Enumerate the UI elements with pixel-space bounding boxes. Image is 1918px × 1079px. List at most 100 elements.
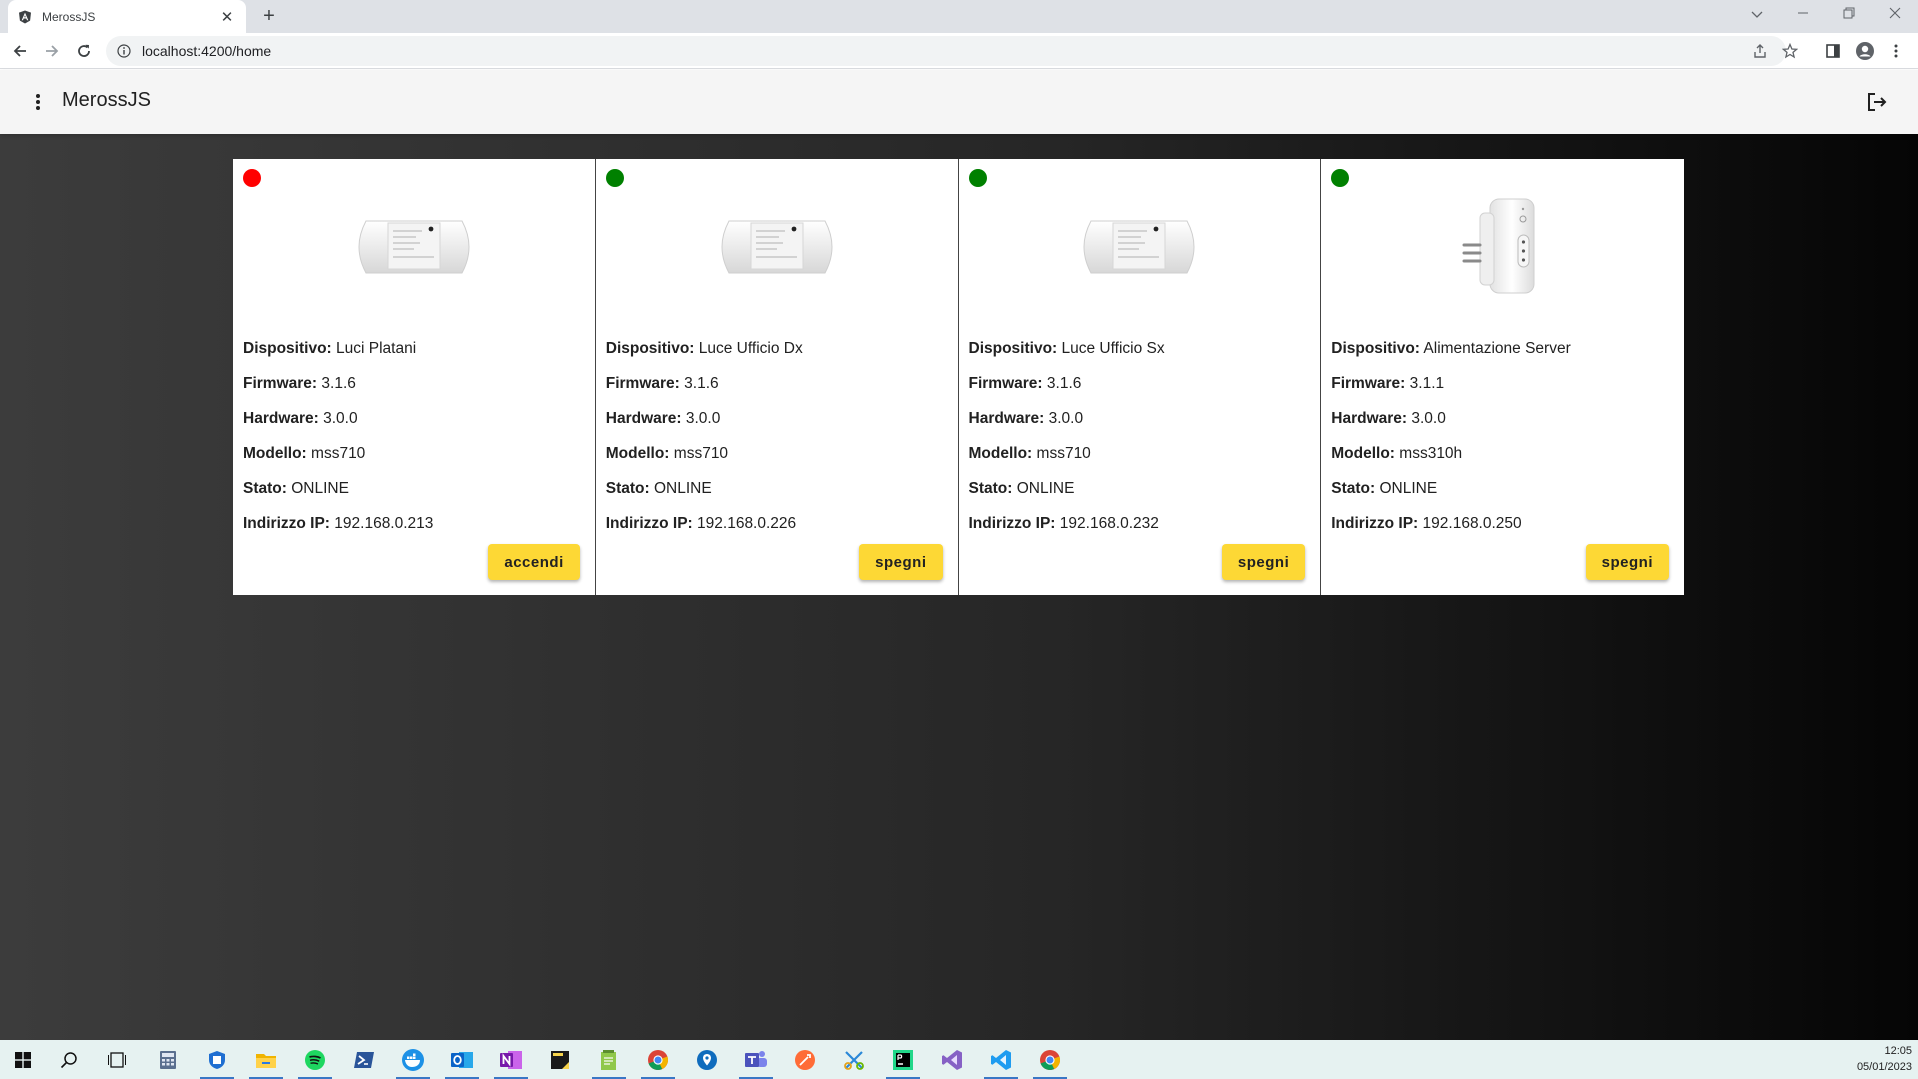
device-name-field: Dispositivo: Alimentazione Server xyxy=(1331,340,1671,375)
device-name: Luce Ufficio Dx xyxy=(698,340,803,357)
windows-start-icon[interactable] xyxy=(0,1040,46,1079)
device-card: Dispositivo: Luce Ufficio Dx Firmware: 3… xyxy=(595,159,959,595)
ip-value: 192.168.0.226 xyxy=(697,515,797,532)
device-name: Alimentazione Server xyxy=(1423,340,1571,357)
device-card: Dispositivo: Alimentazione Server Firmwa… xyxy=(1321,159,1684,595)
status-value: ONLINE xyxy=(291,480,349,497)
hardware-value: 3.0.0 xyxy=(685,410,721,427)
vscode-icon[interactable] xyxy=(978,1040,1024,1079)
status-field: Stato: ONLINE xyxy=(969,480,1309,515)
tab-search-icon[interactable] xyxy=(1734,0,1780,30)
firmware-field: Firmware: 3.1.6 xyxy=(606,375,946,410)
reload-icon[interactable] xyxy=(70,37,98,65)
browser-toolbar: localhost:4200/home xyxy=(0,33,1918,69)
model-label: Modello: xyxy=(1331,445,1395,462)
file-explorer-icon[interactable] xyxy=(243,1040,289,1079)
device-label: Dispositivo: xyxy=(243,340,332,357)
new-tab-button[interactable]: + xyxy=(256,4,282,30)
snipping-tool-icon[interactable] xyxy=(831,1040,877,1079)
status-label: Stato: xyxy=(1331,480,1376,497)
status-label: Stato: xyxy=(968,480,1013,497)
toggle-power-button[interactable]: spegni xyxy=(1221,544,1306,580)
device-details: Dispositivo: Luci Platani Firmware: 3.1.… xyxy=(243,340,583,550)
logout-icon[interactable] xyxy=(1864,89,1890,115)
firmware-label: Firmware: xyxy=(605,375,680,392)
security-shield-icon[interactable] xyxy=(194,1040,240,1079)
hardware-value: 3.0.0 xyxy=(1048,410,1084,427)
model-field: Modello: mss310h xyxy=(1331,445,1671,480)
tab-title: MerossJS xyxy=(42,9,96,24)
spotify-icon[interactable] xyxy=(292,1040,338,1079)
hardware-field: Hardware: 3.0.0 xyxy=(969,410,1309,445)
chrome-icon[interactable] xyxy=(635,1040,681,1079)
profile-avatar-icon[interactable] xyxy=(1851,37,1879,65)
clock-time: 12:05 xyxy=(1884,1045,1912,1057)
docker-icon[interactable] xyxy=(390,1040,436,1079)
restore-icon[interactable] xyxy=(1826,0,1872,30)
device-name-field: Dispositivo: Luce Ufficio Sx xyxy=(969,340,1309,375)
visual-studio-icon[interactable] xyxy=(929,1040,975,1079)
smart-switch-image xyxy=(959,195,1321,299)
bookmark-star-icon[interactable] xyxy=(1778,36,1802,66)
url-text: localhost:4200/home xyxy=(142,43,272,59)
device-name: Luci Platani xyxy=(336,340,417,357)
calculator-icon[interactable] xyxy=(145,1040,191,1079)
app-toolbar: MerossJS xyxy=(0,70,1918,134)
smart-plug-image xyxy=(1321,195,1684,299)
browser-menu-icon[interactable] xyxy=(1882,37,1910,65)
smart-switch-image xyxy=(596,195,958,299)
hardware-value: 3.0.0 xyxy=(323,410,358,427)
status-label: Stato: xyxy=(605,480,650,497)
model-field: Modello: mss710 xyxy=(243,445,583,480)
system-clock[interactable]: 12:05 05/01/2023 xyxy=(1852,1043,1912,1075)
hardware-label: Hardware: xyxy=(1331,410,1408,427)
share-icon[interactable] xyxy=(1748,36,1772,66)
model-value: mss710 xyxy=(311,445,366,462)
firmware-label: Firmware: xyxy=(968,375,1043,392)
close-window-icon[interactable] xyxy=(1872,0,1918,30)
menu-icon[interactable] xyxy=(26,90,50,114)
search-icon[interactable] xyxy=(46,1040,92,1079)
firmware-value: 3.1.6 xyxy=(684,375,719,392)
pycharm-icon[interactable] xyxy=(880,1040,926,1079)
ip-label: Indirizzo IP: xyxy=(1331,515,1419,532)
sticky-notes-icon[interactable] xyxy=(537,1040,583,1079)
forward-icon[interactable] xyxy=(38,37,66,65)
site-info-icon[interactable] xyxy=(116,43,132,59)
chrome-icon[interactable] xyxy=(1027,1040,1073,1079)
model-value: mss710 xyxy=(673,445,729,462)
notepad-plus-icon[interactable] xyxy=(586,1040,632,1079)
model-label: Modello: xyxy=(605,445,670,462)
status-label: Stato: xyxy=(243,480,287,497)
model-value: mss310h xyxy=(1399,445,1463,462)
side-panel-icon[interactable] xyxy=(1819,37,1847,65)
hardware-value: 3.0.0 xyxy=(1411,410,1446,427)
ip-value: 192.168.0.250 xyxy=(1422,515,1522,532)
address-bar[interactable]: localhost:4200/home xyxy=(106,36,1798,66)
outlook-icon[interactable] xyxy=(439,1040,485,1079)
minimize-icon[interactable] xyxy=(1780,0,1826,30)
back-icon[interactable] xyxy=(6,37,34,65)
status-indicator xyxy=(1331,169,1350,187)
device-card: Dispositivo: Luci Platani Firmware: 3.1.… xyxy=(233,159,596,595)
status-value: ONLINE xyxy=(653,480,712,497)
powershell-icon[interactable] xyxy=(341,1040,387,1079)
toggle-power-button[interactable]: spegni xyxy=(859,544,943,580)
hardware-field: Hardware: 3.0.0 xyxy=(243,410,583,445)
onenote-icon[interactable] xyxy=(488,1040,534,1079)
model-value: mss710 xyxy=(1036,445,1091,462)
toggle-power-button[interactable]: accendi xyxy=(488,544,580,580)
firmware-field: Firmware: 3.1.1 xyxy=(1331,375,1671,410)
task-view-icon[interactable] xyxy=(94,1040,140,1079)
device-label: Dispositivo: xyxy=(1331,340,1420,357)
postman-icon[interactable] xyxy=(782,1040,828,1079)
firmware-label: Firmware: xyxy=(243,375,318,392)
device-card: Dispositivo: Luce Ufficio Sx Firmware: 3… xyxy=(958,159,1322,595)
tab-close-icon[interactable]: ✕ xyxy=(218,8,236,26)
maps-pin-icon[interactable] xyxy=(684,1040,730,1079)
device-details: Dispositivo: Luce Ufficio Dx Firmware: 3… xyxy=(606,340,946,550)
browser-tab[interactable]: MerossJS ✕ xyxy=(8,0,246,33)
toggle-power-button[interactable]: spegni xyxy=(1585,544,1669,580)
teams-icon[interactable] xyxy=(733,1040,779,1079)
ip-value: 192.168.0.213 xyxy=(334,515,434,532)
